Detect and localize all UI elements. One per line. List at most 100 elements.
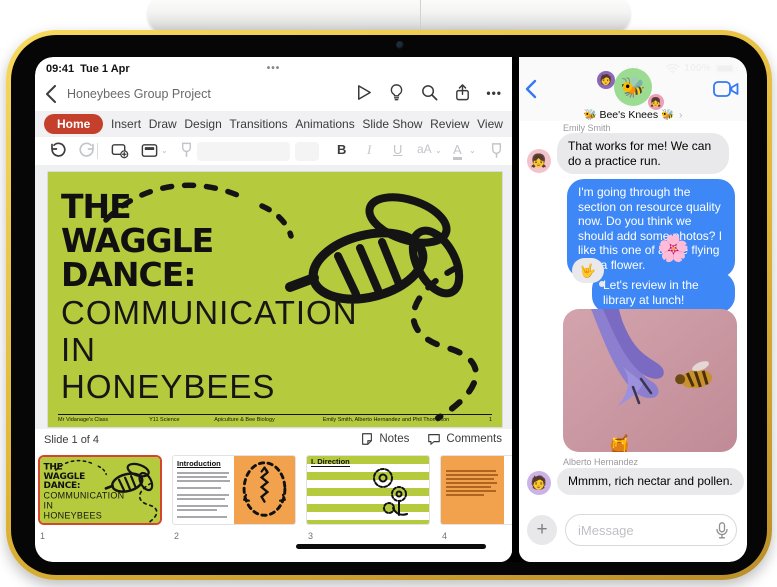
microphone-icon[interactable]	[716, 522, 728, 539]
thumbnail-slide-4[interactable]	[440, 455, 512, 525]
case-chevron-icon: ⌄	[435, 146, 442, 155]
tab-draw[interactable]: Draw	[149, 117, 177, 131]
new-slide-icon[interactable]	[110, 141, 129, 160]
conversation-header: 🧑 🐝 👧 🐝 Bee's Knees 🐝 ›	[519, 57, 747, 121]
slide-canvas: THE WAGGLE DANCE: COMMUNICATION IN HONEY…	[35, 165, 512, 429]
highlighter-icon[interactable]	[487, 141, 506, 160]
tab-review[interactable]: Review	[430, 117, 469, 131]
back-icon[interactable]	[525, 79, 537, 99]
back-icon[interactable]	[45, 85, 57, 103]
group-avatar[interactable]: 🐝	[614, 68, 652, 106]
tab-animations[interactable]: Animations	[295, 117, 354, 131]
undo-icon[interactable]	[48, 141, 67, 160]
slide-subtitle-line: HONEYBEES	[61, 368, 276, 405]
present-play-icon[interactable]	[354, 83, 373, 102]
footer-subject: Y11 Science	[149, 417, 180, 423]
font-size-field[interactable]	[295, 141, 319, 161]
ribbon-tab-bar: Home Insert Draw Design Transitions Anim…	[35, 111, 512, 137]
message-bubble-sent[interactable]: Let's review in the library at lunch!	[592, 272, 735, 313]
sender-label: Alberto Hernandez	[563, 457, 639, 467]
waggle-diagram-panel	[234, 456, 295, 524]
tab-transitions[interactable]: Transitions	[229, 117, 287, 131]
text-case-button[interactable]: aA	[417, 142, 432, 156]
front-camera	[396, 41, 404, 49]
comments-icon	[428, 434, 441, 445]
slide-editor[interactable]: THE WAGGLE DANCE: COMMUNICATION IN HONEY…	[48, 172, 502, 427]
group-name-row[interactable]: 🐝 Bee's Knees 🐝 ›	[519, 108, 747, 121]
bold-button[interactable]: B	[337, 142, 346, 157]
share-icon[interactable]	[453, 83, 472, 102]
slide-status-row: Slide 1 of 4 Notes Comments	[35, 429, 512, 453]
footer-class: Mr Vidanage's Class	[58, 417, 109, 423]
format-toolbar: ⌄ B I U aA ⌄ A ⌄	[35, 137, 512, 165]
notes-button[interactable]: Notes	[360, 432, 409, 446]
thumbnail-number: 2	[174, 531, 180, 541]
sender-label: Emily Smith	[563, 123, 611, 133]
message-thread: Emily Smith 👧 That works for me! We can …	[519, 57, 747, 505]
slide-counter: Slide 1 of 4	[44, 434, 100, 446]
window-controls-icon[interactable]: •••	[267, 63, 281, 74]
slide-footer: Mr Vidanage's Class Y11 Science Apicultu…	[58, 414, 492, 423]
bee-emoji: 🐝	[661, 109, 675, 121]
tapback-reaction[interactable]: 🤟	[572, 258, 605, 287]
search-icon[interactable]	[420, 83, 439, 102]
redo-icon[interactable]	[78, 141, 97, 160]
tab-view[interactable]: View	[477, 117, 503, 131]
status-time: 09:41	[46, 63, 75, 75]
thumbnail-number: 3	[308, 531, 314, 541]
more-options-icon[interactable]: •••	[486, 86, 502, 100]
thumbnail-slide-2[interactable]: Introduction	[172, 455, 296, 525]
text-panel	[441, 456, 505, 524]
message-composer: +	[519, 505, 747, 562]
tab-design[interactable]: Design	[184, 117, 221, 131]
ipad-screen: 09:41 Tue 1 Apr ••• Honeybees Group Proje…	[35, 57, 747, 562]
footer-topic: Apiculture & Bee Biology	[214, 417, 275, 423]
thumbnail-number: 1	[40, 531, 46, 541]
messages-pane: ••• 100% 🧑 🐝 👧	[519, 57, 747, 562]
add-attachment-button[interactable]: +	[527, 515, 557, 545]
color-chevron-icon: ⌄	[469, 146, 476, 155]
font-color-button[interactable]: A	[453, 142, 462, 160]
imessage-input[interactable]	[565, 514, 737, 546]
group-name: Bee's Knees	[599, 109, 659, 121]
slide-subtitle[interactable]: COMMUNICATION IN HONEYBEES	[61, 294, 358, 405]
comments-label: Comments	[446, 433, 502, 445]
document-title[interactable]: Honeybees Group Project	[67, 87, 211, 101]
thumbnail-3-title: I. Direction	[311, 457, 350, 467]
underline-button[interactable]: U	[393, 142, 402, 157]
avatar[interactable]: 👧	[527, 149, 551, 173]
photo-attachment-bee-flower[interactable]: 🍯	[563, 309, 737, 452]
home-indicator[interactable]	[296, 544, 486, 549]
italic-button[interactable]: I	[367, 142, 371, 158]
message-bubble-received[interactable]: That works for me! We can do a practice …	[557, 133, 729, 174]
nav-action-icons: •••	[354, 83, 502, 102]
footer-page-number: 1	[488, 417, 492, 423]
format-painter-icon[interactable]	[177, 141, 196, 160]
toolbar-divider	[97, 143, 98, 159]
notes-icon	[362, 433, 373, 445]
tab-insert[interactable]: Insert	[111, 117, 141, 131]
thumbnail-slide-1[interactable]: THE WAGGLE DANCE: COMMUNICATION IN HONEY…	[38, 455, 162, 525]
slide-layout-icon[interactable]	[140, 141, 159, 160]
powerpoint-pane: 09:41 Tue 1 Apr ••• Honeybees Group Proje…	[35, 57, 512, 562]
layout-chevron-icon: ⌄	[161, 146, 168, 155]
tab-slideshow[interactable]: Slide Show	[362, 117, 422, 131]
comments-button[interactable]: Comments	[427, 432, 502, 446]
avatar[interactable]: 🧑	[527, 471, 551, 495]
photo-scene: 09:41 Tue 1 Apr ••• Honeybees Group Proje…	[0, 0, 777, 587]
tab-home[interactable]: Home	[44, 114, 104, 134]
apple-pencil	[148, 0, 630, 34]
font-name-field[interactable]	[197, 141, 290, 161]
facetime-video-icon[interactable]	[713, 80, 739, 98]
thumbnail-number: 4	[442, 531, 448, 541]
slide-title-line: WAGGLE	[61, 221, 214, 260]
ideas-lightbulb-icon[interactable]	[387, 83, 406, 102]
slide-title[interactable]: THE WAGGLE DANCE:	[61, 187, 214, 292]
honey-pot-sticker[interactable]: 🍯	[607, 433, 632, 452]
document-nav-bar: Honeybees Group Project •••	[35, 79, 512, 109]
thumbnail-slide-3[interactable]: I. Direction	[306, 455, 430, 525]
flower-doodle	[373, 468, 408, 516]
slide-title-line: THE	[61, 187, 132, 226]
flower-sticker[interactable]: 🌸	[657, 233, 689, 264]
message-bubble-received[interactable]: Mmmm, rich nectar and pollen.	[557, 468, 744, 495]
